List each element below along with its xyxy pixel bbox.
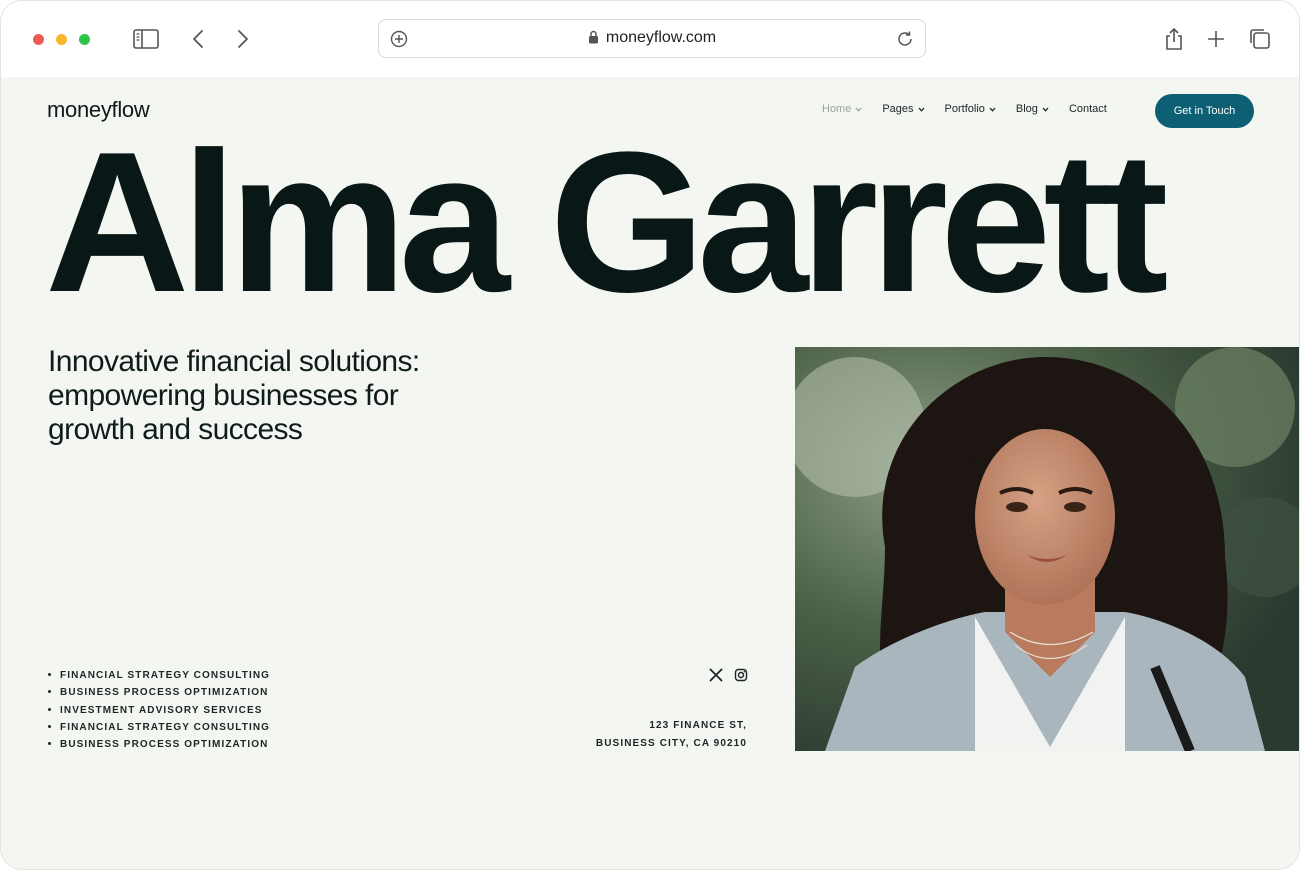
list-item: BUSINESS PROCESS OPTIMIZATION [48, 736, 270, 753]
list-item: FINANCIAL STRATEGY CONSULTING [48, 667, 270, 684]
hero-tagline: Innovative financial solutions: empoweri… [48, 345, 508, 447]
x-icon[interactable] [709, 667, 723, 682]
minimize-window-button[interactable] [56, 34, 67, 45]
service-label: FINANCIAL STRATEGY CONSULTING [60, 670, 271, 681]
social-links [709, 667, 748, 682]
tagline-line: Innovative financial solutions: [48, 345, 420, 378]
browser-toolbar: moneyflow.com [1, 1, 1299, 77]
browser-window: moneyflow.com moneyflow Home Pages Portf… [0, 0, 1300, 870]
hero-name: Alma Garrett [45, 111, 1169, 334]
instagram-icon[interactable] [734, 667, 748, 682]
bullet-icon [48, 690, 51, 694]
new-tab-icon[interactable] [1202, 25, 1230, 53]
web-page: moneyflow Home Pages Portfolio Blog Cont… [1, 77, 1299, 869]
address-line: 123 FINANCE ST, [649, 720, 747, 731]
tab-overview-icon[interactable] [1246, 25, 1274, 53]
service-label: BUSINESS PROCESS OPTIMIZATION [60, 739, 269, 751]
bullet-icon [48, 707, 51, 711]
maximize-window-button[interactable] [79, 34, 90, 45]
bullet-icon [48, 742, 51, 746]
address-line: BUSINESS CITY, CA 90210 [595, 737, 747, 749]
bullet-icon [48, 724, 51, 728]
portrait-photo [795, 347, 1299, 751]
window-controls [33, 34, 90, 45]
address-block: 123 FINANCE ST, BUSINESS CITY, CA 90210 [561, 717, 747, 752]
forward-icon[interactable] [229, 25, 257, 53]
lock-icon [588, 30, 599, 49]
reload-icon[interactable] [891, 25, 919, 53]
url-label: moneyflow.com [605, 29, 717, 46]
list-item: FINANCIAL STRATEGY CONSULTING [48, 719, 270, 736]
services-list: FINANCIAL STRATEGY CONSULTING BUSINESS P… [48, 667, 270, 753]
list-item: BUSINESS PROCESS OPTIMIZATION [48, 684, 270, 701]
url-text: moneyflow.com [379, 29, 925, 49]
tagline-line: growth and success [48, 413, 303, 446]
service-label: INVESTMENT ADVISORY SERVICES [60, 704, 263, 716]
portrait-image [795, 347, 1299, 751]
back-icon[interactable] [184, 25, 212, 53]
tagline-line: empowering businesses for [48, 379, 399, 412]
share-icon[interactable] [1160, 25, 1188, 53]
bullet-icon [48, 673, 51, 676]
service-label: FINANCIAL STRATEGY CONSULTING [60, 721, 271, 733]
list-item: INVESTMENT ADVISORY SERVICES [48, 702, 270, 719]
sidebar-toggle-icon[interactable] [132, 25, 160, 53]
address-bar[interactable]: moneyflow.com [378, 19, 926, 58]
close-window-button[interactable] [33, 34, 44, 45]
service-label: BUSINESS PROCESS OPTIMIZATION [60, 687, 269, 699]
